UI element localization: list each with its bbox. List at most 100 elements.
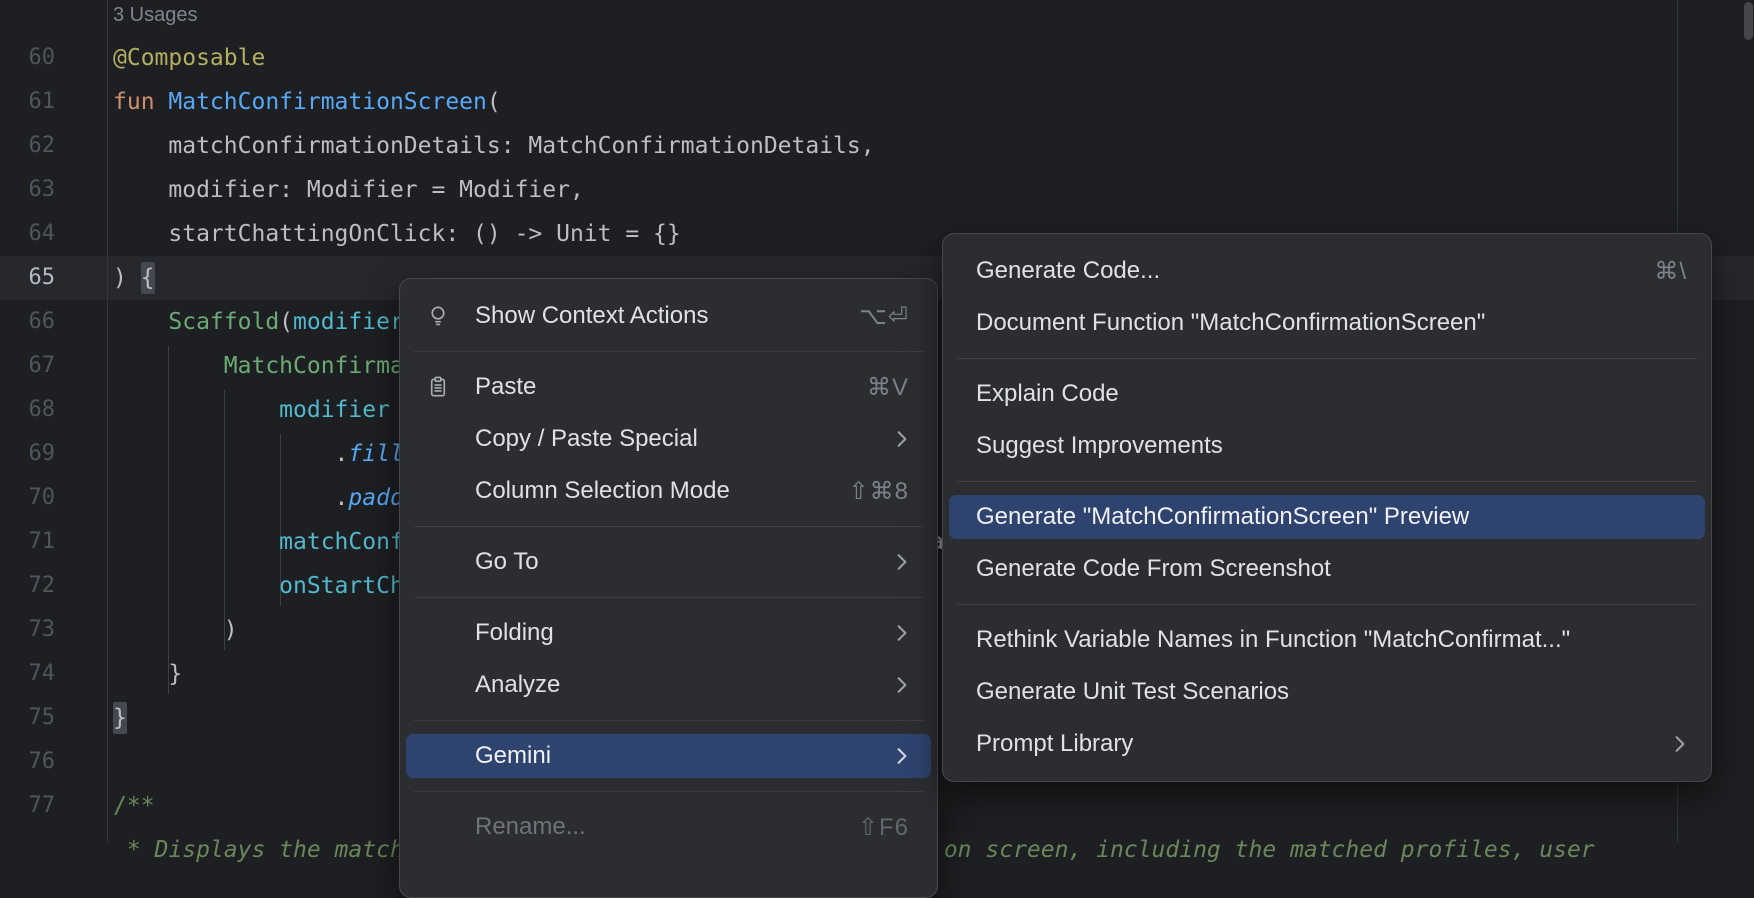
menu-item-generate-code-from-screenshot[interactable]: Generate Code From Screenshot bbox=[943, 543, 1711, 595]
menu-separator bbox=[414, 526, 923, 527]
menu-item-generate-code[interactable]: Generate Code... ⌘\ bbox=[943, 245, 1711, 297]
line-number: 68 bbox=[0, 388, 55, 432]
menu-item-label: Analyze bbox=[475, 671, 560, 699]
menu-item-label: Generate Code From Screenshot bbox=[976, 555, 1331, 583]
code-line-text: @Composable bbox=[113, 36, 265, 80]
menu-item-prompt-library[interactable]: Prompt Library bbox=[943, 718, 1711, 770]
menu-item-label: Generate Unit Test Scenarios bbox=[976, 678, 1289, 706]
ide-editor-screen: { "editor": { "usages_hint": "3 Usages",… bbox=[0, 0, 1754, 842]
menu-item-label: Rethink Variable Names in Function "Matc… bbox=[976, 626, 1570, 654]
code-token bbox=[113, 573, 279, 599]
line-number: 74 bbox=[0, 652, 55, 696]
line-number: 72 bbox=[0, 564, 55, 608]
menu-item-label: Document Function "MatchConfirmationScre… bbox=[976, 309, 1485, 337]
menu-separator bbox=[414, 720, 923, 721]
menu-item-label: Column Selection Mode bbox=[475, 477, 730, 505]
code-token bbox=[113, 529, 279, 555]
menu-item-rename[interactable]: Rename...⇧F6 bbox=[400, 801, 937, 853]
line-number: 61 bbox=[0, 80, 55, 124]
code-line: 61 fun MatchConfirmationScreen( bbox=[0, 80, 1754, 124]
code-line: 62 matchConfirmationDetails: MatchConfir… bbox=[0, 124, 1754, 168]
code-token bbox=[113, 309, 168, 335]
chevron-right-icon bbox=[895, 624, 909, 642]
menu-item-label: Suggest Improvements bbox=[976, 432, 1223, 460]
code-line: 60@Composable bbox=[0, 36, 1754, 80]
menu-item-label: Explain Code bbox=[976, 380, 1119, 408]
menu-item-column-selection-mode[interactable]: Column Selection Mode ⇧⌘8 bbox=[400, 465, 937, 517]
line-number: 66 bbox=[0, 300, 55, 344]
menu-item-go-to[interactable]: Go To bbox=[400, 536, 937, 588]
code-token: MatchConfirmationScreen bbox=[168, 89, 487, 115]
code-line-text: matchConfirmationDetails: MatchConfirmat… bbox=[113, 124, 875, 168]
menu-item-suggest-improvements[interactable]: Suggest Improvements bbox=[943, 420, 1711, 472]
code-token: fun bbox=[113, 89, 168, 115]
menu-item-show-context-actions[interactable]: Show Context Actions ⌥⏎ bbox=[400, 290, 937, 342]
line-number: 70 bbox=[0, 476, 55, 520]
code-token: /** bbox=[113, 793, 155, 819]
menu-item-shortcut: ⌘\ bbox=[1654, 257, 1687, 286]
menu-item-copy-paste-special[interactable]: Copy / Paste Special bbox=[400, 413, 937, 465]
code-line-text: 3 Usages bbox=[113, 0, 198, 37]
matched-brace: } bbox=[113, 702, 127, 734]
menu-item-paste[interactable]: Paste⌘V bbox=[400, 361, 937, 413]
menu-item-shortcut: ⌘V bbox=[867, 373, 909, 402]
menu-item-label: Folding bbox=[475, 619, 554, 647]
menu-item-document-function-matchconfirmationscreen[interactable]: Document Function "MatchConfirmationScre… bbox=[943, 297, 1711, 349]
line-number: 69 bbox=[0, 432, 55, 476]
menu-item-generate-unit-test-scenarios[interactable]: Generate Unit Test Scenarios bbox=[943, 666, 1711, 718]
menu-item-shortcut: ⇧⌘8 bbox=[849, 477, 909, 506]
menu-item-generate-matchconfirmationscreen-preview[interactable]: Generate "MatchConfirmationScreen" Previ… bbox=[943, 491, 1711, 543]
code-token: ) bbox=[113, 617, 238, 643]
menu-separator bbox=[957, 481, 1697, 482]
code-line-text: } bbox=[113, 652, 182, 696]
code-token: . bbox=[113, 485, 348, 511]
code-line-text: ) { bbox=[113, 256, 155, 300]
menu-item-label: Prompt Library bbox=[976, 730, 1133, 758]
line-number: 73 bbox=[0, 608, 55, 652]
menu-separator bbox=[414, 351, 923, 352]
code-token bbox=[113, 397, 279, 423]
menu-item-label: Generate Code... bbox=[976, 257, 1160, 285]
chevron-right-icon bbox=[895, 747, 909, 765]
line-number: 71 bbox=[0, 520, 55, 564]
code-token: . bbox=[113, 441, 348, 467]
chevron-right-icon bbox=[895, 553, 909, 571]
line-number: 65 bbox=[0, 256, 55, 300]
menu-separator bbox=[414, 791, 923, 792]
menu-item-rethink-variable-names-in-function-matchconfirmat[interactable]: Rethink Variable Names in Function "Matc… bbox=[943, 614, 1711, 666]
code-token: 3 Usages bbox=[113, 4, 198, 26]
context-menu: Show Context Actions ⌥⏎ Paste⌘V Copy / Past… bbox=[399, 278, 938, 898]
code-line-text: } bbox=[113, 696, 127, 740]
line-number: 77 bbox=[0, 784, 55, 828]
line-number: 64 bbox=[0, 212, 55, 256]
menu-item-label: Show Context Actions bbox=[475, 302, 708, 330]
usages-hint[interactable]: 3 Usages bbox=[0, 0, 1754, 36]
menu-item-folding[interactable]: Folding bbox=[400, 607, 937, 659]
gemini-submenu: Generate Code... ⌘\ Document Function "Mat… bbox=[942, 233, 1712, 782]
code-token: } bbox=[113, 661, 182, 687]
vertical-scrollbar-thumb[interactable] bbox=[1744, 2, 1753, 40]
menu-item-shortcut: ⌥⏎ bbox=[859, 302, 909, 331]
line-number: 76 bbox=[0, 740, 55, 784]
menu-separator bbox=[414, 597, 923, 598]
menu-item-gemini[interactable]: Gemini bbox=[400, 730, 937, 782]
code-token: ) bbox=[113, 265, 141, 291]
menu-item-explain-code[interactable]: Explain Code bbox=[943, 368, 1711, 420]
line-number: 62 bbox=[0, 124, 55, 168]
chevron-right-icon bbox=[895, 430, 909, 448]
code-line-text: modifier: Modifier = Modifier, bbox=[113, 168, 584, 212]
code-line: 63 modifier: Modifier = Modifier, bbox=[0, 168, 1754, 212]
code-token: Scaffold bbox=[168, 309, 279, 335]
menu-item-label: Gemini bbox=[475, 742, 551, 770]
code-line-text: startChattingOnClick: () -> Unit = {} bbox=[113, 212, 681, 256]
code-token: matchConfirmationDetails: MatchConfirmat… bbox=[113, 133, 875, 159]
line-number: 67 bbox=[0, 344, 55, 388]
menu-separator bbox=[957, 604, 1697, 605]
code-token: @Composable bbox=[113, 45, 265, 71]
menu-item-shortcut: ⇧F6 bbox=[858, 813, 909, 842]
menu-item-label: Copy / Paste Special bbox=[475, 425, 698, 453]
lightbulb-icon bbox=[417, 303, 475, 329]
code-line-text: fun MatchConfirmationScreen( bbox=[113, 80, 501, 124]
menu-item-analyze[interactable]: Analyze bbox=[400, 659, 937, 711]
code-token bbox=[113, 353, 224, 379]
